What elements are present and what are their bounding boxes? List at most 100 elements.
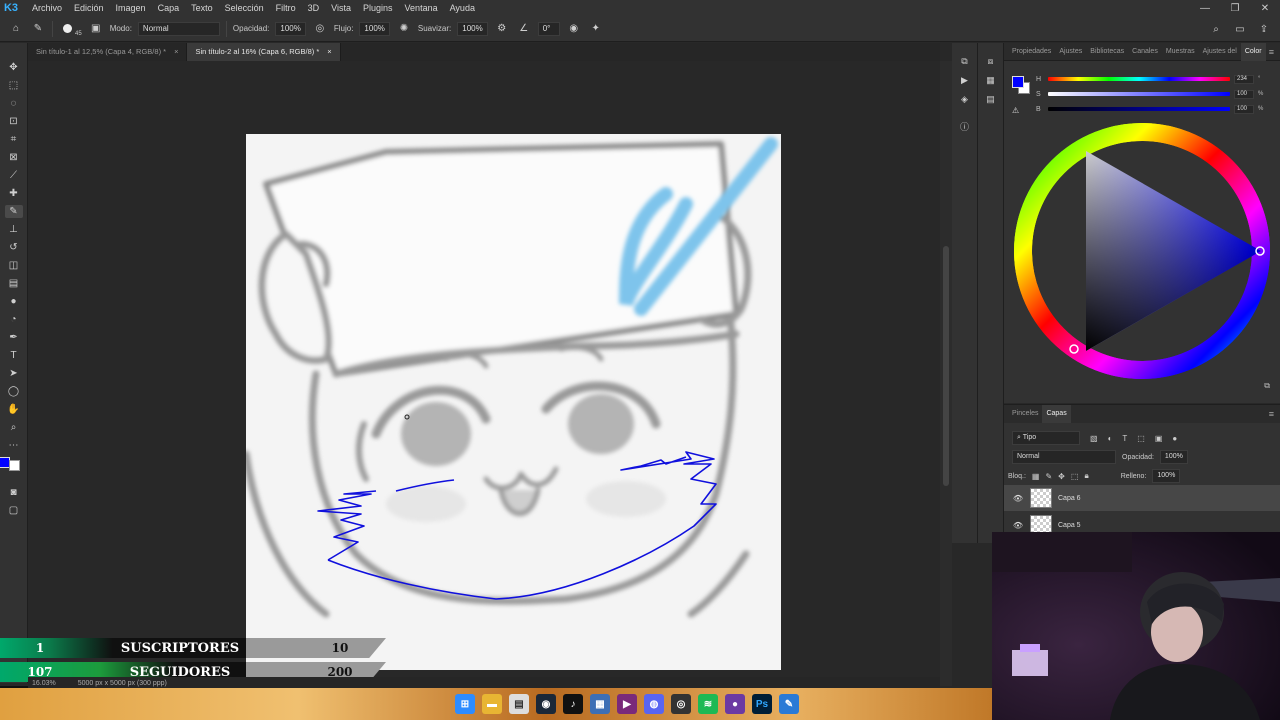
- media-icon[interactable]: ▶: [617, 694, 637, 714]
- tab-document-1[interactable]: Sin título-1 al 12,5% (Capa 4, RGB/8) * …: [28, 43, 188, 61]
- hue-value[interactable]: 234: [1234, 74, 1254, 84]
- eraser-tool-icon[interactable]: ◫: [5, 259, 23, 272]
- workspace-icon[interactable]: ▭: [1232, 21, 1248, 37]
- healing-tool-icon[interactable]: ✚: [5, 187, 23, 200]
- grid-panel-icon[interactable]: ▦: [984, 74, 998, 86]
- menu-item-5[interactable]: Selección: [219, 0, 270, 16]
- path-select-tool-icon[interactable]: ➤: [5, 367, 23, 380]
- tab-brushes[interactable]: Pinceles: [1008, 405, 1042, 423]
- search-icon[interactable]: ⌕: [1208, 21, 1224, 37]
- saturation-value[interactable]: 100: [1234, 89, 1254, 99]
- photoshop-icon[interactable]: Ps: [752, 694, 772, 714]
- object-select-tool-icon[interactable]: ⊡: [5, 115, 23, 128]
- spotify-icon[interactable]: ≋: [698, 694, 718, 714]
- steam-icon[interactable]: ◉: [536, 694, 556, 714]
- color-wheel[interactable]: [1014, 121, 1270, 381]
- lock-artboard-icon[interactable]: ⬚: [1071, 472, 1079, 481]
- shape-filter-icon[interactable]: ⬚: [1137, 434, 1145, 443]
- smoothing-settings-icon[interactable]: ⚙: [494, 21, 510, 37]
- menu-item-3[interactable]: Capa: [152, 0, 186, 16]
- more-tools-icon[interactable]: ⋯: [5, 439, 23, 452]
- layer-name[interactable]: Capa 6: [1058, 495, 1081, 502]
- menu-item-2[interactable]: Imagen: [110, 0, 152, 16]
- app-logo-icon[interactable]: K3: [0, 0, 22, 16]
- gradient-tool-icon[interactable]: ▤: [5, 277, 23, 290]
- pixel-filter-icon[interactable]: ▧: [1090, 434, 1098, 443]
- notepad-icon[interactable]: ▤: [509, 694, 529, 714]
- layer-name[interactable]: Capa 5: [1058, 522, 1081, 529]
- screen-mode-icon[interactable]: ▢: [5, 504, 23, 517]
- marquee-tool-icon[interactable]: ⬚: [5, 79, 23, 92]
- color-swatches[interactable]: [0, 457, 25, 481]
- zoom-level[interactable]: 16.03%: [32, 680, 56, 687]
- start-menu-icon[interactable]: ⊞: [455, 694, 475, 714]
- hand-tool-icon[interactable]: ✋: [5, 403, 23, 416]
- close-button[interactable]: ✕: [1250, 0, 1280, 16]
- smart-filter-icon[interactable]: ▣: [1155, 434, 1163, 443]
- eyedropper-tool-icon[interactable]: ⟋: [5, 169, 23, 182]
- share-icon[interactable]: ⇪: [1256, 21, 1272, 37]
- info-panel-icon[interactable]: ⓘ: [958, 120, 972, 132]
- tab-close-icon[interactable]: ×: [174, 43, 178, 61]
- zoom-tool-icon[interactable]: ⌕: [5, 421, 23, 434]
- paragraph-panel-icon[interactable]: ▤: [984, 93, 998, 105]
- chrome-icon[interactable]: ◎: [671, 694, 691, 714]
- brush-tool-icon[interactable]: ✎: [4, 205, 23, 218]
- menu-item-1[interactable]: Edición: [68, 0, 110, 16]
- move-tool-icon[interactable]: ✥: [5, 61, 23, 74]
- clone-stamp-tool-icon[interactable]: ⊥: [5, 223, 23, 236]
- actions-panel-icon[interactable]: ▶: [958, 74, 972, 86]
- obs-icon[interactable]: ●: [725, 694, 745, 714]
- frame-tool-icon[interactable]: ⊠: [5, 151, 23, 164]
- menu-item-4[interactable]: Texto: [185, 0, 219, 16]
- tab-document-2[interactable]: Sin título-2 al 16% (Capa 6, RGB/8) * ×: [187, 43, 341, 61]
- brightness-slider[interactable]: [1048, 107, 1230, 111]
- menu-item-0[interactable]: Archivo: [22, 0, 68, 16]
- scrollbar-thumb[interactable]: [943, 246, 949, 486]
- fill-field[interactable]: 100%: [1152, 469, 1181, 483]
- menu-item-11[interactable]: Ayuda: [444, 0, 481, 16]
- opacity-field[interactable]: 100%: [275, 21, 306, 36]
- flow-field[interactable]: 100%: [359, 21, 390, 36]
- lock-transparent-icon[interactable]: ▦: [1032, 472, 1040, 481]
- glyphs-panel-icon[interactable]: ⧈: [984, 55, 998, 67]
- pressure-size-icon[interactable]: ◉: [566, 21, 582, 37]
- menu-item-9[interactable]: Plugins: [357, 0, 399, 16]
- tab-layers[interactable]: Capas: [1042, 405, 1071, 423]
- blur-tool-icon[interactable]: ●: [5, 295, 23, 308]
- type-tool-icon[interactable]: T: [5, 349, 23, 362]
- tiktok-icon[interactable]: ♪: [563, 694, 583, 714]
- panel-menu-icon[interactable]: ≡: [1269, 409, 1274, 419]
- visibility-eye-icon[interactable]: 👁︎: [1012, 521, 1024, 530]
- app-icon[interactable]: ▦: [590, 694, 610, 714]
- discord-icon[interactable]: ◍: [644, 694, 664, 714]
- brush-tool-icon[interactable]: ✎: [30, 21, 46, 37]
- tab-adjustments-2[interactable]: Ajustes del: [1199, 43, 1241, 61]
- pressure-opacity-icon[interactable]: ◎: [312, 21, 328, 37]
- tab-properties[interactable]: Propiedades: [1008, 43, 1055, 61]
- background-color-swatch[interactable]: [8, 460, 20, 471]
- shape-tool-icon[interactable]: ◯: [5, 385, 23, 398]
- menu-item-7[interactable]: 3D: [302, 0, 326, 16]
- panel-menu-icon[interactable]: ≡: [1269, 47, 1274, 57]
- restore-button[interactable]: ❐: [1220, 0, 1250, 16]
- dodge-tool-icon[interactable]: ◔: [5, 313, 23, 326]
- file-explorer-icon[interactable]: ▬: [482, 694, 502, 714]
- angle-field[interactable]: 0°: [537, 21, 560, 36]
- type-filter-icon[interactable]: T: [1122, 434, 1127, 443]
- tab-adjustments[interactable]: Ajustes: [1055, 43, 1086, 61]
- brightness-value[interactable]: 100: [1234, 104, 1254, 114]
- lock-image-icon[interactable]: ✎: [1045, 472, 1052, 481]
- history-brush-tool-icon[interactable]: ↺: [5, 241, 23, 254]
- tab-close-icon[interactable]: ×: [327, 43, 331, 61]
- airbrush-icon[interactable]: ✺: [396, 21, 412, 37]
- layer-opacity-field[interactable]: 100%: [1159, 450, 1188, 464]
- menu-item-6[interactable]: Filtro: [270, 0, 302, 16]
- history-panel-icon[interactable]: ⧉: [958, 55, 972, 67]
- brush-preset-icon[interactable]: [59, 21, 75, 37]
- lock-position-icon[interactable]: ✥: [1058, 472, 1065, 481]
- filter-toggle-icon[interactable]: ●: [1172, 434, 1177, 443]
- minimize-button[interactable]: —: [1190, 0, 1220, 16]
- quick-mask-icon[interactable]: ◙: [5, 486, 23, 499]
- pen-tool-icon[interactable]: ✒: [5, 331, 23, 344]
